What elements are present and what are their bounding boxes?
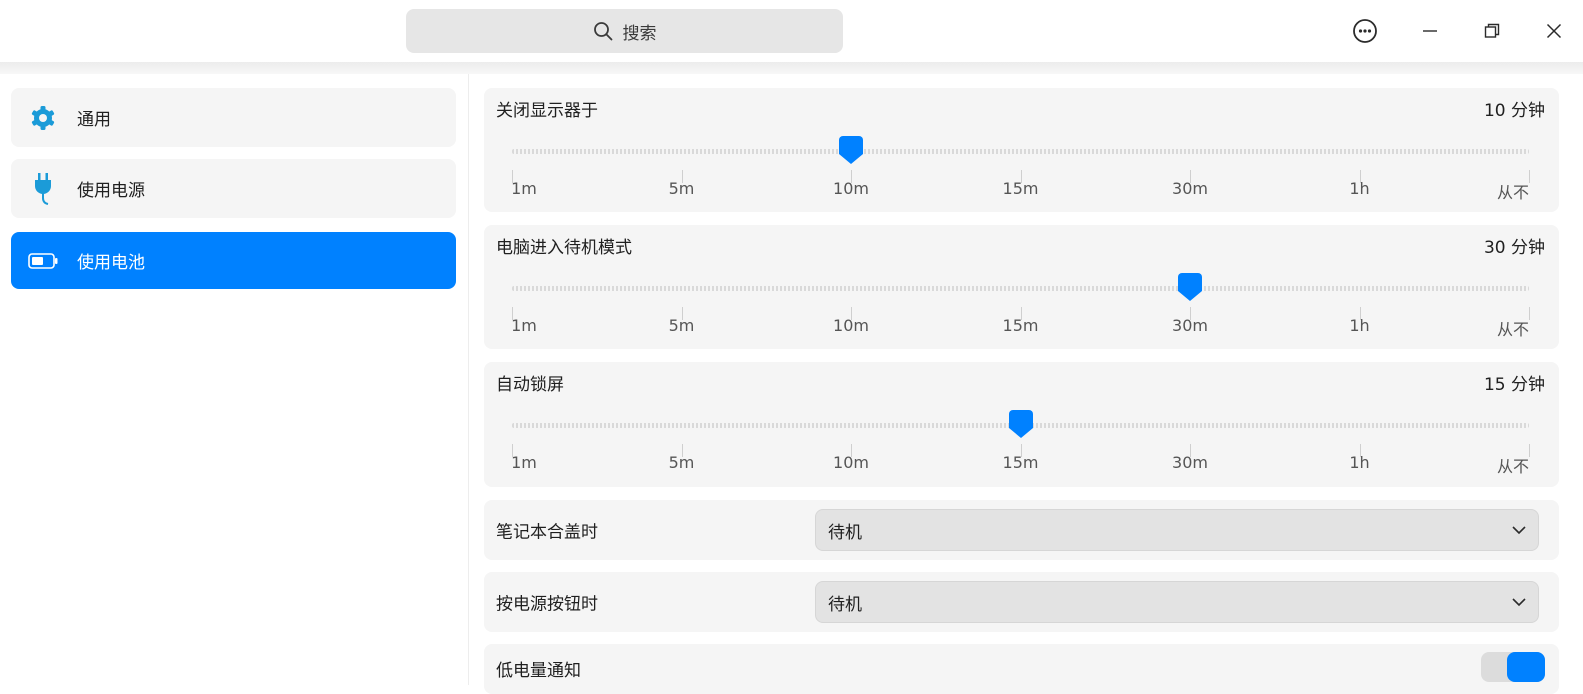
slider-tick-label: 从不 [1496,183,1530,202]
slider-tick-label: 30m [1172,179,1208,198]
slider-tick [1529,307,1530,320]
slider-tick-label: 5m [668,453,695,472]
slider-tick-label: 1h [1349,179,1370,198]
sidebar-item-battery[interactable]: 使用电池 [11,232,456,289]
slider-tick-label: 15m [1002,179,1039,198]
standby-label: 电脑进入待机模式 [496,238,632,258]
main-panel: 关闭显示器于 10 分钟 1m 5m 10m 15m 30m 1h 从不 电脑进入待机模式 … [470,74,1583,694]
power-button-selected: 待机 [828,594,862,615]
auto-lock-card: 自动锁屏 15 分钟 1m 5m 10m 15m 30m 1h 从不 [484,362,1559,487]
slider-tick-label: 10m [833,453,869,472]
minimize-button[interactable] [1413,14,1447,48]
display-off-value: 10 分钟 [1483,101,1545,121]
toggle-knob [1507,652,1545,682]
display-off-card: 关闭显示器于 10 分钟 1m 5m 10m 15m 30m 1h 从不 [484,88,1559,212]
more-icon [1353,19,1377,43]
title-bar: 搜索 [0,0,1583,62]
power-button-card: 按电源按钮时 待机 [484,572,1559,632]
slider-track[interactable] [512,149,1529,154]
auto-lock-value: 15 分钟 [1483,375,1545,395]
slider-tick [1529,170,1530,183]
slider-tick-label: 5m [668,179,695,198]
chevron-down-icon [1512,526,1526,535]
close-button[interactable] [1537,14,1571,48]
power-button-label: 按电源按钮时 [496,594,598,615]
slider-tick-label: 1m [511,179,537,198]
slider-tick-label: 15m [1002,453,1039,472]
slider-tick-label: 30m [1172,316,1208,335]
standby-value: 30 分钟 [1483,238,1545,258]
auto-lock-label: 自动锁屏 [496,375,564,395]
standby-card: 电脑进入待机模式 30 分钟 1m 5m 10m 15m 30m 1h 从不 [484,225,1559,349]
restore-icon [1484,23,1500,38]
slider-tick [1529,444,1530,457]
close-icon [1546,23,1562,39]
sidebar-item-general[interactable]: 通用 [11,88,456,147]
slider-tick-label: 5m [668,316,695,335]
sidebar: 通用 使用电源 使用电池 [0,74,469,685]
slider-tick-label: 15m [1002,316,1039,335]
search-box[interactable]: 搜索 [406,9,843,53]
slider-thumb[interactable] [838,135,864,165]
sidebar-item-label: 使用电池 [77,253,145,273]
slider-tick-label: 30m [1172,453,1208,472]
lid-close-card: 笔记本合盖时 待机 [484,500,1559,560]
slider-tick-label: 1m [511,316,537,335]
slider-thumb[interactable] [1177,272,1203,302]
slider-track[interactable] [512,286,1529,291]
restore-button[interactable] [1475,14,1509,48]
slider-tick-label: 1h [1349,453,1370,472]
low-battery-toggle[interactable] [1481,652,1545,682]
search-placeholder: 搜索 [622,23,657,44]
minimize-icon [1423,30,1437,32]
lid-close-selected: 待机 [828,522,862,543]
sidebar-item-power-source[interactable]: 使用电源 [11,159,456,218]
display-off-label: 关闭显示器于 [496,101,598,121]
sidebar-item-label: 使用电源 [77,181,145,201]
slider-tick-label: 从不 [1496,320,1530,339]
slider-tick-label: 10m [833,179,869,198]
slider-tick-label: 1h [1349,316,1370,335]
lid-close-select[interactable]: 待机 [815,509,1539,551]
slider-tick-label: 10m [833,316,869,335]
lid-close-label: 笔记本合盖时 [496,522,598,543]
chevron-down-icon [1512,598,1526,607]
main-menu-button[interactable] [1348,14,1382,48]
low-battery-card: 低电量通知 [484,644,1559,694]
slider-thumb[interactable] [1008,409,1034,439]
sidebar-item-label: 通用 [77,110,111,130]
battery-icon [27,245,59,277]
power-button-select[interactable]: 待机 [815,581,1539,623]
title-separator [0,62,1583,74]
low-battery-label: 低电量通知 [496,661,581,681]
plug-icon [27,172,59,205]
slider-tick-label: 从不 [1496,457,1530,476]
gear-icon [27,102,59,134]
search-icon [593,22,612,41]
slider-tick-label: 1m [511,453,537,472]
